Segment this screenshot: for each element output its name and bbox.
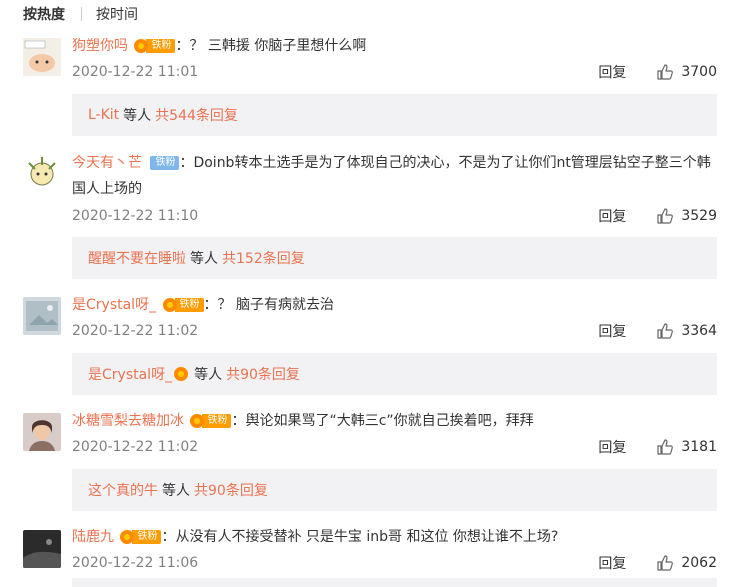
reply-count-link[interactable]: 共90条回复: [226, 364, 300, 384]
reply-button[interactable]: 回复: [598, 321, 626, 341]
reply-username[interactable]: L-Kit: [88, 107, 119, 123]
comment-content: 今天有丶芒 铁粉 ：Doinb转本土选手是为了体现自己的决心，不是为了让你们nt管…: [72, 150, 719, 202]
reply-button[interactable]: 回复: [598, 437, 626, 457]
fan-badge[interactable]: 铁粉: [120, 529, 162, 545]
thumbs-up-icon: [657, 64, 674, 80]
reply-etc-label: 等人: [194, 367, 223, 383]
reply-summary[interactable]: 醒醒不要在睡啦 等人 共152条回复: [72, 237, 717, 279]
comment-time: 2020-12-22 11:01: [72, 64, 199, 80]
comment-meta: 2020-12-22 11:02 回复 3181: [72, 437, 717, 457]
fan-badge-label: 铁粉: [132, 530, 162, 544]
sort-by-time-tab[interactable]: 按时间: [96, 4, 138, 24]
reply-button[interactable]: 回复: [598, 206, 626, 226]
like-button[interactable]: 2062: [656, 554, 717, 572]
comment-meta: 2020-12-22 11:02 回复 3364: [72, 321, 717, 341]
sort-by-hot-tab[interactable]: 按热度: [23, 4, 65, 24]
fan-badge[interactable]: 铁粉: [148, 155, 180, 171]
avatar-image: [23, 413, 61, 451]
comment-username[interactable]: 陆鹿九: [72, 529, 114, 545]
sort-bar: 按热度 按时间: [23, 4, 138, 24]
fan-badge-label: 铁粉: [174, 298, 204, 312]
comment-content: 冰糖雪梨去糖加冰 铁粉 ：舆论如果骂了“大韩三c”你就自己挨着吧，拜拜: [72, 408, 719, 434]
reply-summary[interactable]: 这个真的牛 等人 共90条回复: [72, 469, 717, 511]
like-button[interactable]: 3700: [656, 63, 717, 81]
reply-count-link[interactable]: 共152条回复: [222, 248, 305, 268]
comment-time: 2020-12-22 11:10: [72, 208, 199, 224]
thumbs-up-icon: [657, 208, 674, 224]
reply-summary[interactable]: L-Kit 等人 共544条回复: [72, 94, 717, 136]
crown-icon: [162, 298, 177, 312]
comment-username[interactable]: 冰糖雪梨去糖加冰: [72, 413, 184, 429]
comment-username[interactable]: 今天有丶芒: [72, 155, 142, 171]
like-count: 3364: [681, 323, 717, 339]
avatar[interactable]: [23, 297, 61, 335]
thumbs-up-icon: [657, 439, 674, 455]
comment-time: 2020-12-22 11:02: [72, 439, 199, 455]
comment-meta: 2020-12-22 11:10 回复 3529: [72, 206, 717, 226]
avatar[interactable]: [23, 413, 61, 451]
fan-badge-label: 铁粉: [150, 156, 180, 170]
thumbs-up-icon: [657, 323, 674, 339]
fan-badge-label: 铁粉: [146, 39, 176, 53]
comment-meta: 2020-12-22 11:06 回复 2062: [72, 553, 717, 573]
avatar[interactable]: [23, 155, 61, 193]
like-count: 3181: [681, 439, 717, 455]
like-count: 3700: [681, 64, 717, 80]
reply-button[interactable]: 回复: [598, 62, 626, 82]
avatar[interactable]: [23, 530, 61, 568]
avatar-image: [23, 38, 61, 76]
reply-etc-label: 等人: [123, 108, 152, 124]
comment-time: 2020-12-22 11:06: [72, 555, 199, 571]
fan-badge[interactable]: 铁粉: [134, 38, 176, 54]
comment-username[interactable]: 是Crystal呀_: [72, 297, 156, 313]
reply-button[interactable]: 回复: [598, 553, 626, 573]
avatar-image: [23, 155, 61, 193]
comment-meta: 2020-12-22 11:01 回复 3700: [72, 62, 717, 82]
comment-content: 狗塑你吗 铁粉：？ 三韩援 你脑子里想什么啊: [72, 33, 719, 59]
thumbs-up-icon: [657, 555, 674, 571]
reply-username[interactable]: 醒醒不要在睡啦: [88, 248, 186, 268]
avatar-image: [23, 297, 61, 335]
reply-summary[interactable]: 是Crystal呀_ 等人 共90条回复: [72, 353, 717, 395]
like-button[interactable]: 3529: [656, 207, 717, 225]
reply-etc-label: 等人: [190, 251, 218, 267]
like-count: 2062: [681, 555, 717, 571]
reply-username[interactable]: 这个真的牛: [88, 480, 158, 500]
comment-text: ：？ 脑子有病就去治: [203, 297, 334, 313]
crown-icon: [174, 367, 189, 381]
comment-username[interactable]: 狗塑你吗: [72, 38, 128, 54]
fan-badge-label: 铁粉: [202, 414, 232, 428]
reply-username[interactable]: 是Crystal呀_: [88, 364, 172, 384]
avatar-image: [23, 530, 61, 568]
reply-summary: [72, 578, 717, 587]
sort-divider: [81, 7, 82, 21]
reply-etc-label: 等人: [162, 483, 190, 499]
comment-text: ：从没有人不接受替补 只是牛宝 inb哥 和这位 你想让谁不上场?: [161, 529, 559, 545]
reply-count-link[interactable]: 共90条回复: [194, 480, 268, 500]
like-count: 3529: [681, 208, 717, 224]
comment-text: ：？ 三韩援 你脑子里想什么啊: [175, 38, 367, 54]
comment-content: 是Crystal呀_ 铁粉：？ 脑子有病就去治: [72, 292, 719, 318]
like-button[interactable]: 3181: [656, 438, 717, 456]
avatar[interactable]: [23, 38, 61, 76]
comment-content: 陆鹿九 铁粉 ：从没有人不接受替补 只是牛宝 inb哥 和这位 你想让谁不上场?: [72, 524, 719, 550]
fan-badge[interactable]: 铁粉: [162, 297, 204, 313]
comment-text: ：舆论如果骂了“大韩三c”你就自己挨着吧，拜拜: [231, 413, 534, 429]
comment-time: 2020-12-22 11:02: [72, 323, 199, 339]
like-button[interactable]: 3364: [656, 322, 717, 340]
fan-badge[interactable]: 铁粉: [190, 413, 232, 429]
reply-count-link[interactable]: 共544条回复: [155, 105, 238, 125]
